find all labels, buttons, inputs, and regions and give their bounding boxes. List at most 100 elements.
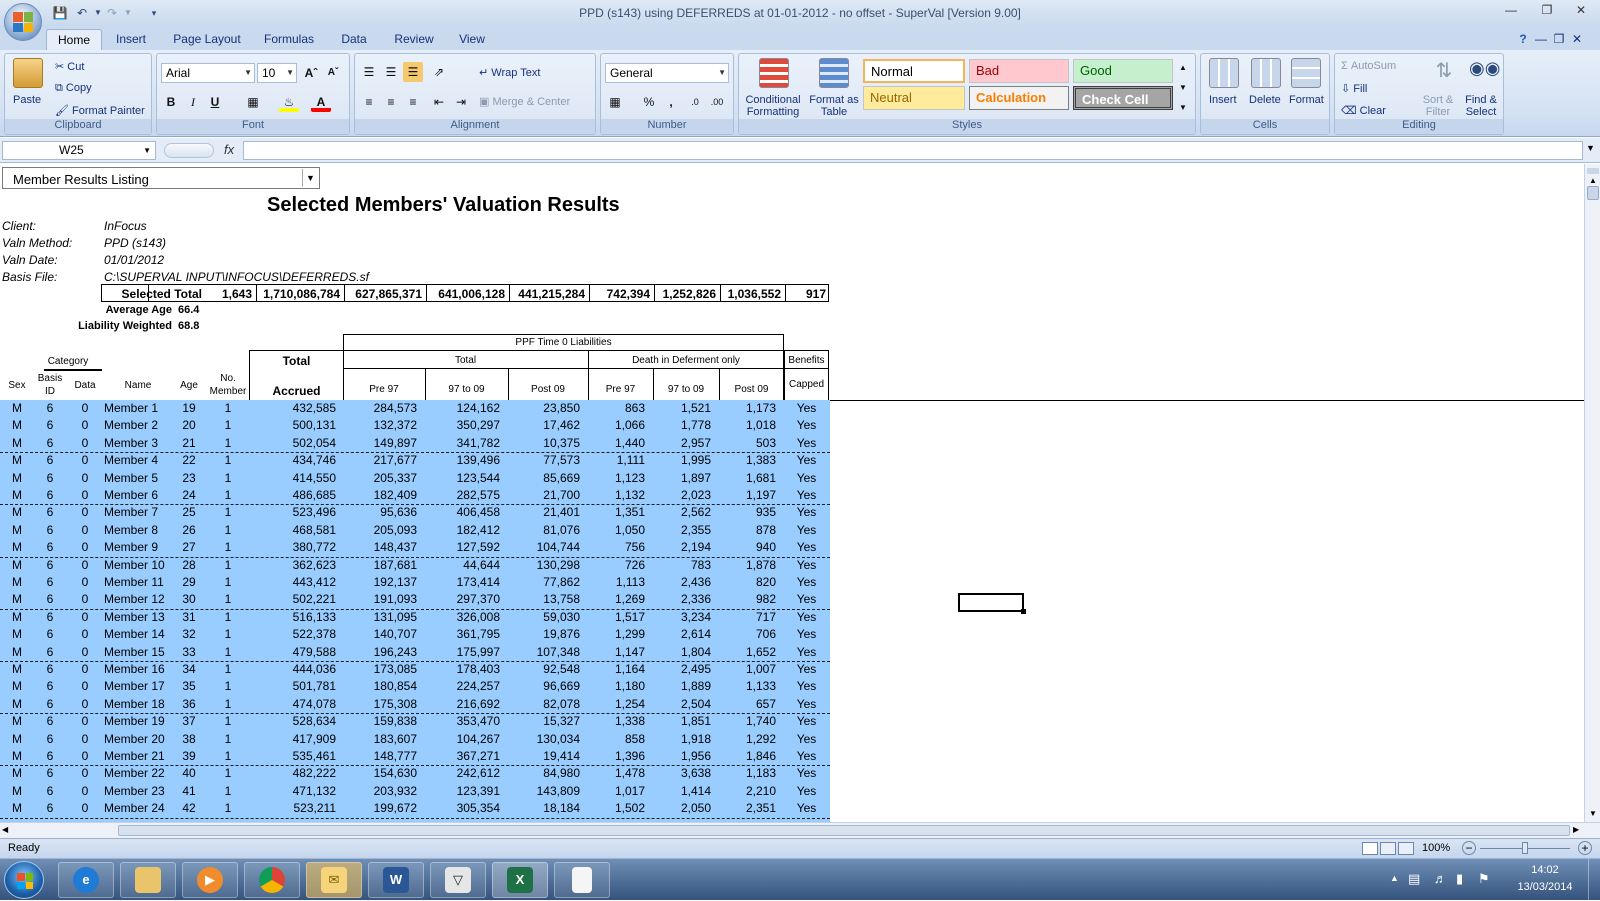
format-as-table-icon[interactable] <box>819 58 849 88</box>
taskbar-file-explorer[interactable] <box>120 862 176 898</box>
table-row[interactable]: M 6 0 Member 21 39 1 535,461 148,777 367,271 19,4… <box>0 748 830 765</box>
fill-handle[interactable] <box>1021 609 1026 614</box>
tab-formulas[interactable]: Formulas <box>258 29 320 50</box>
table-row[interactable]: M 6 0 Member 12 30 1 502,221 191,093 297,370 13,7… <box>0 591 830 608</box>
comma-button[interactable]: , <box>661 92 681 112</box>
delete-cells-icon[interactable] <box>1251 58 1281 88</box>
table-row[interactable]: M 6 0 Member 22 40 1 482,222 154,630 242,612 84,9… <box>0 765 830 782</box>
taskbar-internet-explorer[interactable]: e <box>58 862 114 898</box>
style-normal[interactable]: Normal <box>863 59 965 83</box>
horizontal-scroll-thumb[interactable] <box>118 825 1570 836</box>
table-row[interactable]: M 6 0 Member 15 33 1 479,588 196,243 175,997 107,… <box>0 644 830 661</box>
insert-cells-icon[interactable] <box>1209 58 1239 88</box>
tab-view[interactable]: View <box>452 29 492 50</box>
copy-button[interactable]: ⧉ Copy <box>55 82 92 95</box>
style-neutral[interactable]: Neutral <box>863 86 965 110</box>
tray-network-icon[interactable]: ▮ <box>1456 871 1463 887</box>
start-button[interactable] <box>4 861 44 899</box>
tab-home[interactable]: Home <box>46 29 102 50</box>
taskbar-outlook[interactable]: ✉ <box>306 862 362 898</box>
styles-more-icon[interactable]: ▼ <box>1175 98 1191 118</box>
table-row[interactable]: M 6 0 Member 24 42 1 523,211 199,672 305,354 18,1… <box>0 800 830 817</box>
italic-button[interactable]: I <box>183 92 203 112</box>
tab-page-layout[interactable]: Page Layout <box>168 29 246 50</box>
binoculars-icon[interactable]: ◉◉ <box>1469 58 1500 88</box>
font-color-icon[interactable]: A <box>311 92 331 112</box>
worksheet[interactable]: Member Results Listing ▼ Selected Member… <box>0 164 1584 822</box>
conditional-formatting-icon[interactable] <box>759 58 789 88</box>
taskbar-media-player[interactable]: ▶ <box>182 862 238 898</box>
table-row[interactable]: M 6 0 Member 8 26 1 468,581 205,093 182,412 81,07… <box>0 522 830 539</box>
normal-view-icon[interactable] <box>1362 842 1378 855</box>
tab-data[interactable]: Data <box>332 29 376 50</box>
horizontal-scrollbar[interactable]: ◀ ▶ <box>0 822 1600 838</box>
table-row[interactable]: M 6 0 Member 18 36 1 474,078 175,308 216,692 82,0… <box>0 696 830 713</box>
align-left-icon[interactable]: ≡ <box>359 92 379 112</box>
fill-color-icon[interactable]: ♨ <box>279 92 299 112</box>
clear-button[interactable]: ⌫ Clear <box>1341 104 1386 117</box>
sort-filter-icon[interactable]: ⇅ <box>1429 58 1459 88</box>
fill-button[interactable]: ⇩ Fill <box>1341 82 1367 95</box>
table-row[interactable]: M 6 0 Member 9 27 1 380,772 148,437 127,592 104,7… <box>0 539 830 556</box>
decrease-indent-icon[interactable]: ⇤ <box>429 92 449 112</box>
active-cell-w25[interactable] <box>958 593 1026 614</box>
table-row[interactable]: M 6 0 Member 10 28 1 362,623 187,681 44,644 130,2… <box>0 557 830 574</box>
tray-volume-icon[interactable]: ♬ <box>1434 871 1447 886</box>
scroll-right-icon[interactable]: ▶ <box>1573 825 1579 834</box>
bold-button[interactable]: B <box>161 92 181 112</box>
autosum-button[interactable]: Σ AutoSum <box>1341 60 1396 72</box>
align-center-icon[interactable]: ≡ <box>381 92 401 112</box>
tray-device-icon[interactable]: ▤ <box>1408 871 1420 887</box>
formula-input[interactable] <box>243 141 1583 160</box>
styles-scroll-down-icon[interactable]: ▼ <box>1175 78 1191 98</box>
taskbar-chrome[interactable] <box>244 862 300 898</box>
table-row[interactable]: M 6 0 Member 20 38 1 417,909 183,607 104,267 130,… <box>0 731 830 748</box>
cut-button[interactable]: ✂ Cut <box>55 60 84 73</box>
style-calculation[interactable]: Calculation <box>969 86 1069 110</box>
table-row[interactable]: M 6 0 Member 6 24 1 486,685 182,409 282,575 21,70… <box>0 487 830 504</box>
vertical-scroll-thumb[interactable] <box>1587 186 1599 200</box>
scroll-down-icon[interactable]: ▼ <box>1587 809 1599 818</box>
align-top-icon[interactable]: ☰ <box>359 62 379 82</box>
scroll-split-handle[interactable] <box>1587 168 1599 174</box>
page-layout-view-icon[interactable] <box>1380 842 1396 855</box>
formula-bar-resize-handle[interactable] <box>164 143 214 158</box>
table-row[interactable]: M 6 0 Member 2 20 1 500,131 132,372 350,297 17,46… <box>0 417 830 434</box>
paste-icon[interactable] <box>13 58 43 88</box>
grow-font-button[interactable]: Aˆ <box>301 63 321 83</box>
vertical-scrollbar[interactable]: ▲ ▼ <box>1584 164 1600 822</box>
table-row[interactable]: M 6 0 Member 16 34 1 444,036 173,085 178,403 92,5… <box>0 661 830 678</box>
style-bad[interactable]: Bad <box>969 59 1069 83</box>
tab-review[interactable]: Review <box>388 29 440 50</box>
table-row[interactable]: M 6 0 Member 13 31 1 516,133 131,095 326,008 59,0… <box>0 609 830 626</box>
show-hidden-icons[interactable]: ▲ <box>1390 873 1399 883</box>
tab-insert[interactable]: Insert <box>108 29 154 50</box>
shrink-font-button[interactable]: Aˇ <box>323 63 343 83</box>
insert-cells-button[interactable]: Insert <box>1209 94 1237 106</box>
format-as-table-button[interactable]: Format as Table <box>809 94 859 118</box>
expand-formula-bar-icon[interactable]: ▼ <box>1586 143 1595 153</box>
zoom-slider-thumb[interactable] <box>1522 842 1528 854</box>
decrease-decimal-icon[interactable]: .00 <box>707 92 727 112</box>
taskbar-excel[interactable]: X <box>492 862 548 898</box>
styles-scroll-up-icon[interactable]: ▲ <box>1175 58 1191 78</box>
report-select[interactable]: Member Results Listing ▼ <box>2 167 320 189</box>
page-break-view-icon[interactable] <box>1398 842 1414 855</box>
conditional-formatting-button[interactable]: Conditional Formatting <box>741 94 805 118</box>
align-bottom-icon[interactable]: ☰ <box>403 62 423 82</box>
zoom-out-icon[interactable]: − <box>1462 841 1476 855</box>
taskbar-blank-document[interactable] <box>554 862 610 898</box>
taskbar-word[interactable]: W <box>368 862 424 898</box>
format-cells-button[interactable]: Format <box>1289 94 1324 106</box>
font-name-select[interactable]: Arial ▼ <box>161 63 255 83</box>
table-row[interactable]: M 6 0 Member 1 19 1 432,585 284,573 124,162 23,85… <box>0 400 830 417</box>
borders-icon[interactable]: ▦ <box>243 92 263 112</box>
paste-button[interactable]: Paste <box>13 94 41 106</box>
chevron-down-icon[interactable]: ▼ <box>302 169 318 187</box>
scroll-left-icon[interactable]: ◀ <box>2 825 8 834</box>
table-row[interactable]: M 6 0 Member 5 23 1 414,550 205,337 123,544 85,66… <box>0 470 830 487</box>
insert-function-icon[interactable]: fx <box>224 142 234 157</box>
ribbon-restore-button[interactable]: ❐ <box>1550 29 1568 50</box>
increase-indent-icon[interactable]: ⇥ <box>451 92 471 112</box>
minimize-button[interactable]: — <box>1498 3 1524 21</box>
